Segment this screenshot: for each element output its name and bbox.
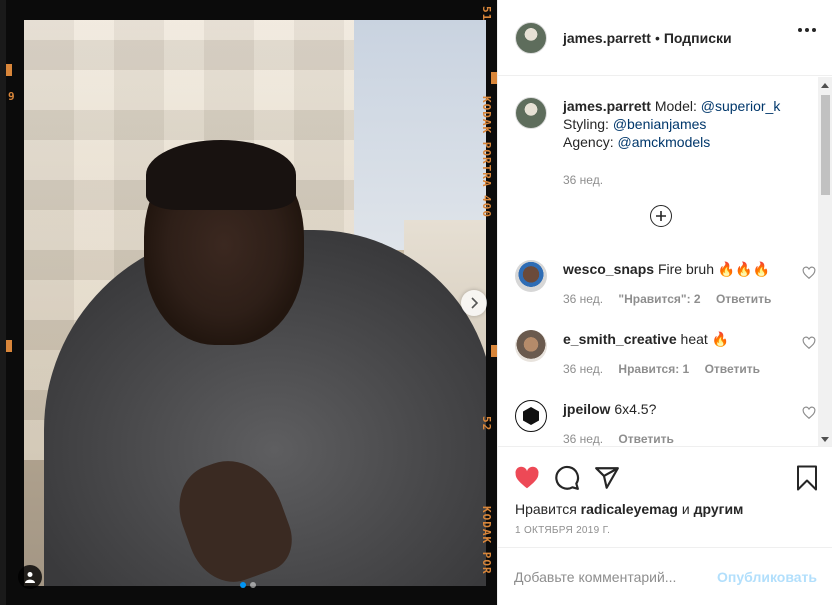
- comment-username[interactable]: e_smith_creative: [563, 331, 677, 347]
- author-avatar[interactable]: [515, 21, 547, 54]
- tagged-users-button[interactable]: [18, 565, 42, 589]
- post-date[interactable]: 1 ОКТЯБРЯ 2019 Г.: [515, 525, 610, 536]
- reply-button[interactable]: Ответить: [705, 362, 760, 376]
- mention-link[interactable]: @benianjames: [613, 116, 707, 132]
- more-options-button[interactable]: [798, 28, 816, 32]
- comments-scrollbar[interactable]: [818, 77, 832, 446]
- film-frame-number: 52: [480, 416, 493, 432]
- share-direct-icon[interactable]: [594, 465, 620, 491]
- comment-item: e_smith_creative heat 🔥 36 нед. Нравится…: [515, 330, 816, 378]
- comment-text: 6x4.5?: [614, 401, 657, 417]
- mention-link[interactable]: @superior_k: [701, 98, 781, 114]
- film-frame: 51 KODAK PORTRA 400 52 KODAK POR 9: [6, 0, 497, 605]
- user-icon: [25, 572, 35, 583]
- reply-button[interactable]: Ответить: [716, 292, 771, 306]
- plus-circle-icon: [656, 211, 666, 221]
- film-notch: [6, 340, 12, 352]
- caption-timestamp[interactable]: 36 нед.: [563, 173, 603, 187]
- post-side-panel: james.parrett • Подписки james.parrett M…: [497, 0, 832, 605]
- comment-item: jpeilow 6x4.5? 36 нед. Ответить: [515, 400, 816, 446]
- liked-by-username[interactable]: radicaleyemag: [581, 501, 678, 517]
- author-username[interactable]: james.parrett: [563, 30, 651, 46]
- commenter-avatar[interactable]: [515, 260, 547, 292]
- comment-likes-count[interactable]: Нравится: 1: [618, 362, 689, 376]
- load-more-comments-button[interactable]: [650, 205, 672, 227]
- add-comment-form: Опубликовать: [498, 547, 832, 605]
- comment-username[interactable]: wesco_snaps: [563, 261, 654, 277]
- carousel-dot: [250, 582, 256, 588]
- author-avatar[interactable]: [515, 97, 547, 129]
- mention-link[interactable]: @amckmodels: [617, 134, 710, 150]
- scrollbar-thumb[interactable]: [821, 95, 830, 195]
- comment-timestamp[interactable]: 36 нед.: [563, 432, 603, 446]
- publish-comment-button[interactable]: Опубликовать: [717, 569, 817, 585]
- likes-summary: Нравится radicaleyemag и другим: [515, 501, 743, 517]
- bookmark-icon[interactable]: [795, 465, 819, 491]
- carousel-next-button[interactable]: [461, 290, 487, 316]
- scroll-down-arrow-icon[interactable]: [821, 437, 829, 442]
- comment-timestamp[interactable]: 36 нед.: [563, 362, 603, 376]
- reply-button[interactable]: Ответить: [618, 432, 673, 446]
- comments-list[interactable]: james.parrett Model: @superior_k Styling…: [498, 77, 832, 446]
- likes-prefix: Нравится: [515, 501, 581, 517]
- commenter-avatar[interactable]: [515, 400, 547, 432]
- carousel-dot-active: [240, 582, 246, 588]
- carousel-indicator: [240, 582, 256, 588]
- comment-timestamp[interactable]: 36 нед.: [563, 292, 603, 306]
- heart-icon[interactable]: [802, 406, 816, 420]
- film-frame-number: 51: [480, 6, 493, 22]
- film-brand-label: KODAK PORTRA 400: [480, 96, 493, 218]
- sky: [354, 20, 486, 250]
- caption-text: Agency:: [563, 134, 618, 150]
- header-separator: •: [654, 29, 660, 46]
- comment-likes-count[interactable]: "Нравится": 2: [618, 292, 700, 306]
- comment-icon[interactable]: [554, 465, 580, 491]
- heart-icon[interactable]: [802, 336, 816, 350]
- comment-text: Fire bruh 🔥🔥🔥: [657, 261, 771, 277]
- caption-username[interactable]: james.parrett: [563, 98, 651, 114]
- chevron-right-icon: [471, 297, 479, 309]
- more-horizontal-icon: [798, 28, 802, 32]
- post-actions: Нравится radicaleyemag и другим 1 ОКТЯБР…: [498, 446, 832, 546]
- comment-text: heat 🔥: [680, 331, 730, 347]
- film-frame-number: 9: [8, 90, 15, 103]
- heart-icon[interactable]: [802, 266, 816, 280]
- post-media[interactable]: 51 KODAK PORTRA 400 52 KODAK POR 9: [0, 0, 497, 605]
- following-button[interactable]: Подписки: [664, 30, 732, 46]
- liked-by-others-link[interactable]: другим: [694, 501, 744, 517]
- hexagon-logo-icon: [523, 407, 539, 425]
- scroll-up-arrow-icon[interactable]: [821, 83, 829, 88]
- post-photo: [24, 20, 486, 586]
- caption-text: Model:: [654, 98, 701, 114]
- likes-conjunction: и: [677, 501, 694, 517]
- subject-hair: [146, 140, 296, 210]
- comment-item: wesco_snaps Fire bruh 🔥🔥🔥 36 нед. "Нрави…: [515, 260, 816, 308]
- heart-filled-icon[interactable]: [514, 465, 540, 491]
- comment-input[interactable]: [514, 566, 714, 588]
- commenter-avatar[interactable]: [515, 330, 547, 362]
- comment-username[interactable]: jpeilow: [563, 401, 610, 417]
- caption-text: Styling:: [563, 116, 613, 132]
- film-notch: [6, 64, 12, 76]
- film-brand-label: KODAK POR: [480, 506, 493, 575]
- post-caption: james.parrett Model: @superior_k Styling…: [515, 97, 805, 189]
- post-header: james.parrett • Подписки: [498, 0, 832, 76]
